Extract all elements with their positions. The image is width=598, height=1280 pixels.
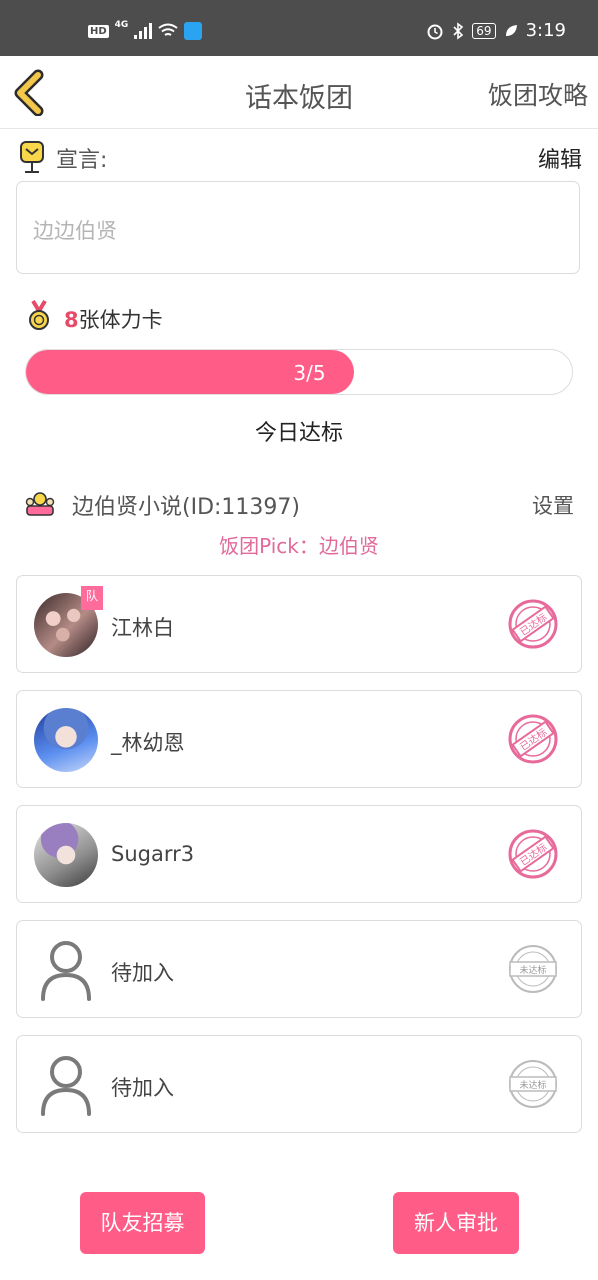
member-name: 待加入 bbox=[111, 961, 174, 985]
team-icon bbox=[25, 492, 55, 516]
today-status: 今日达标 bbox=[254, 421, 343, 446]
progress-fill: 3/5 bbox=[26, 350, 354, 394]
reached-stamp-icon: 已达标 bbox=[508, 599, 558, 649]
new-member-approval-button[interactable]: 新人审批 bbox=[393, 1192, 519, 1254]
member-name: 待加入 bbox=[111, 1076, 174, 1100]
alarm-icon bbox=[427, 24, 443, 39]
stamp-text: 未达标 bbox=[519, 964, 546, 976]
hd-badge: HD bbox=[88, 24, 109, 38]
empty-user-icon bbox=[41, 941, 91, 1001]
declaration-header: 宣言: 编辑 bbox=[16, 140, 582, 176]
edit-declaration-button[interactable]: 编辑 bbox=[538, 142, 582, 174]
group-settings-button[interactable]: 设置 bbox=[532, 490, 574, 520]
nav-bar: 话本饭团 饭团攻略 bbox=[0, 56, 598, 129]
unreached-stamp-icon: 未达标 bbox=[509, 945, 557, 993]
stamina-cards-text: 8张体力卡 bbox=[64, 304, 163, 334]
app-notification-icon bbox=[184, 22, 203, 40]
reached-stamp-icon: 已达标 bbox=[508, 829, 558, 879]
member-card[interactable]: 队 江林白 已达标 bbox=[16, 575, 582, 673]
stamina-card-suffix: 张体力卡 bbox=[78, 308, 163, 332]
stamp-text: 未达标 bbox=[519, 1079, 546, 1091]
status-right: 69 3:19 bbox=[426, 20, 566, 41]
status-left: HD 4G bbox=[88, 20, 203, 40]
declaration-box[interactable]: 边边伯贤 bbox=[16, 181, 580, 274]
empty-user-icon bbox=[41, 1056, 91, 1116]
leader-badge: 队 bbox=[81, 586, 103, 610]
battery-indicator: 69 bbox=[472, 22, 496, 39]
wifi-icon bbox=[158, 23, 178, 36]
group-pick: 饭团Pick：边伯贤 bbox=[219, 534, 379, 558]
network-type: 4G bbox=[114, 20, 129, 30]
status-bar: HD 4G 69 3:19 bbox=[0, 0, 598, 56]
declaration-label: 宣言: bbox=[56, 148, 108, 173]
guide-link[interactable]: 饭团攻略 bbox=[488, 76, 588, 112]
signal-icon bbox=[134, 23, 153, 39]
member-card[interactable]: 待加入 未达标 bbox=[16, 920, 582, 1018]
stamina-card-count: 8 bbox=[64, 308, 79, 332]
recruit-teammates-button[interactable]: 队友招募 bbox=[80, 1192, 205, 1254]
member-card[interactable]: 待加入 未达标 bbox=[16, 1035, 582, 1133]
clock: 3:19 bbox=[525, 20, 566, 41]
daily-progress-bar: 3/5 bbox=[25, 349, 573, 395]
bluetooth-icon bbox=[453, 21, 464, 40]
leaf-icon bbox=[505, 24, 517, 36]
unreached-stamp-icon: 未达标 bbox=[509, 1060, 557, 1108]
group-header: 边伯贤小说(ID:11397) 设置 bbox=[24, 486, 576, 522]
progress-text: 3/5 bbox=[293, 361, 326, 385]
member-card[interactable]: Sugarr3 已达标 bbox=[16, 805, 582, 903]
declaration-text: 边边伯贤 bbox=[33, 219, 117, 243]
member-name: _林幼恩 bbox=[111, 731, 185, 755]
member-name: Sugarr3 bbox=[111, 842, 195, 866]
group-name: 边伯贤小说(ID:11397) bbox=[72, 495, 300, 520]
member-avatar bbox=[34, 823, 98, 887]
mailbox-icon bbox=[20, 141, 44, 173]
member-card[interactable]: _林幼恩 已达标 bbox=[16, 690, 582, 788]
medal-icon bbox=[29, 300, 49, 330]
member-name: 江林白 bbox=[111, 616, 174, 640]
member-avatar bbox=[34, 708, 98, 772]
reached-stamp-icon: 已达标 bbox=[508, 714, 558, 764]
